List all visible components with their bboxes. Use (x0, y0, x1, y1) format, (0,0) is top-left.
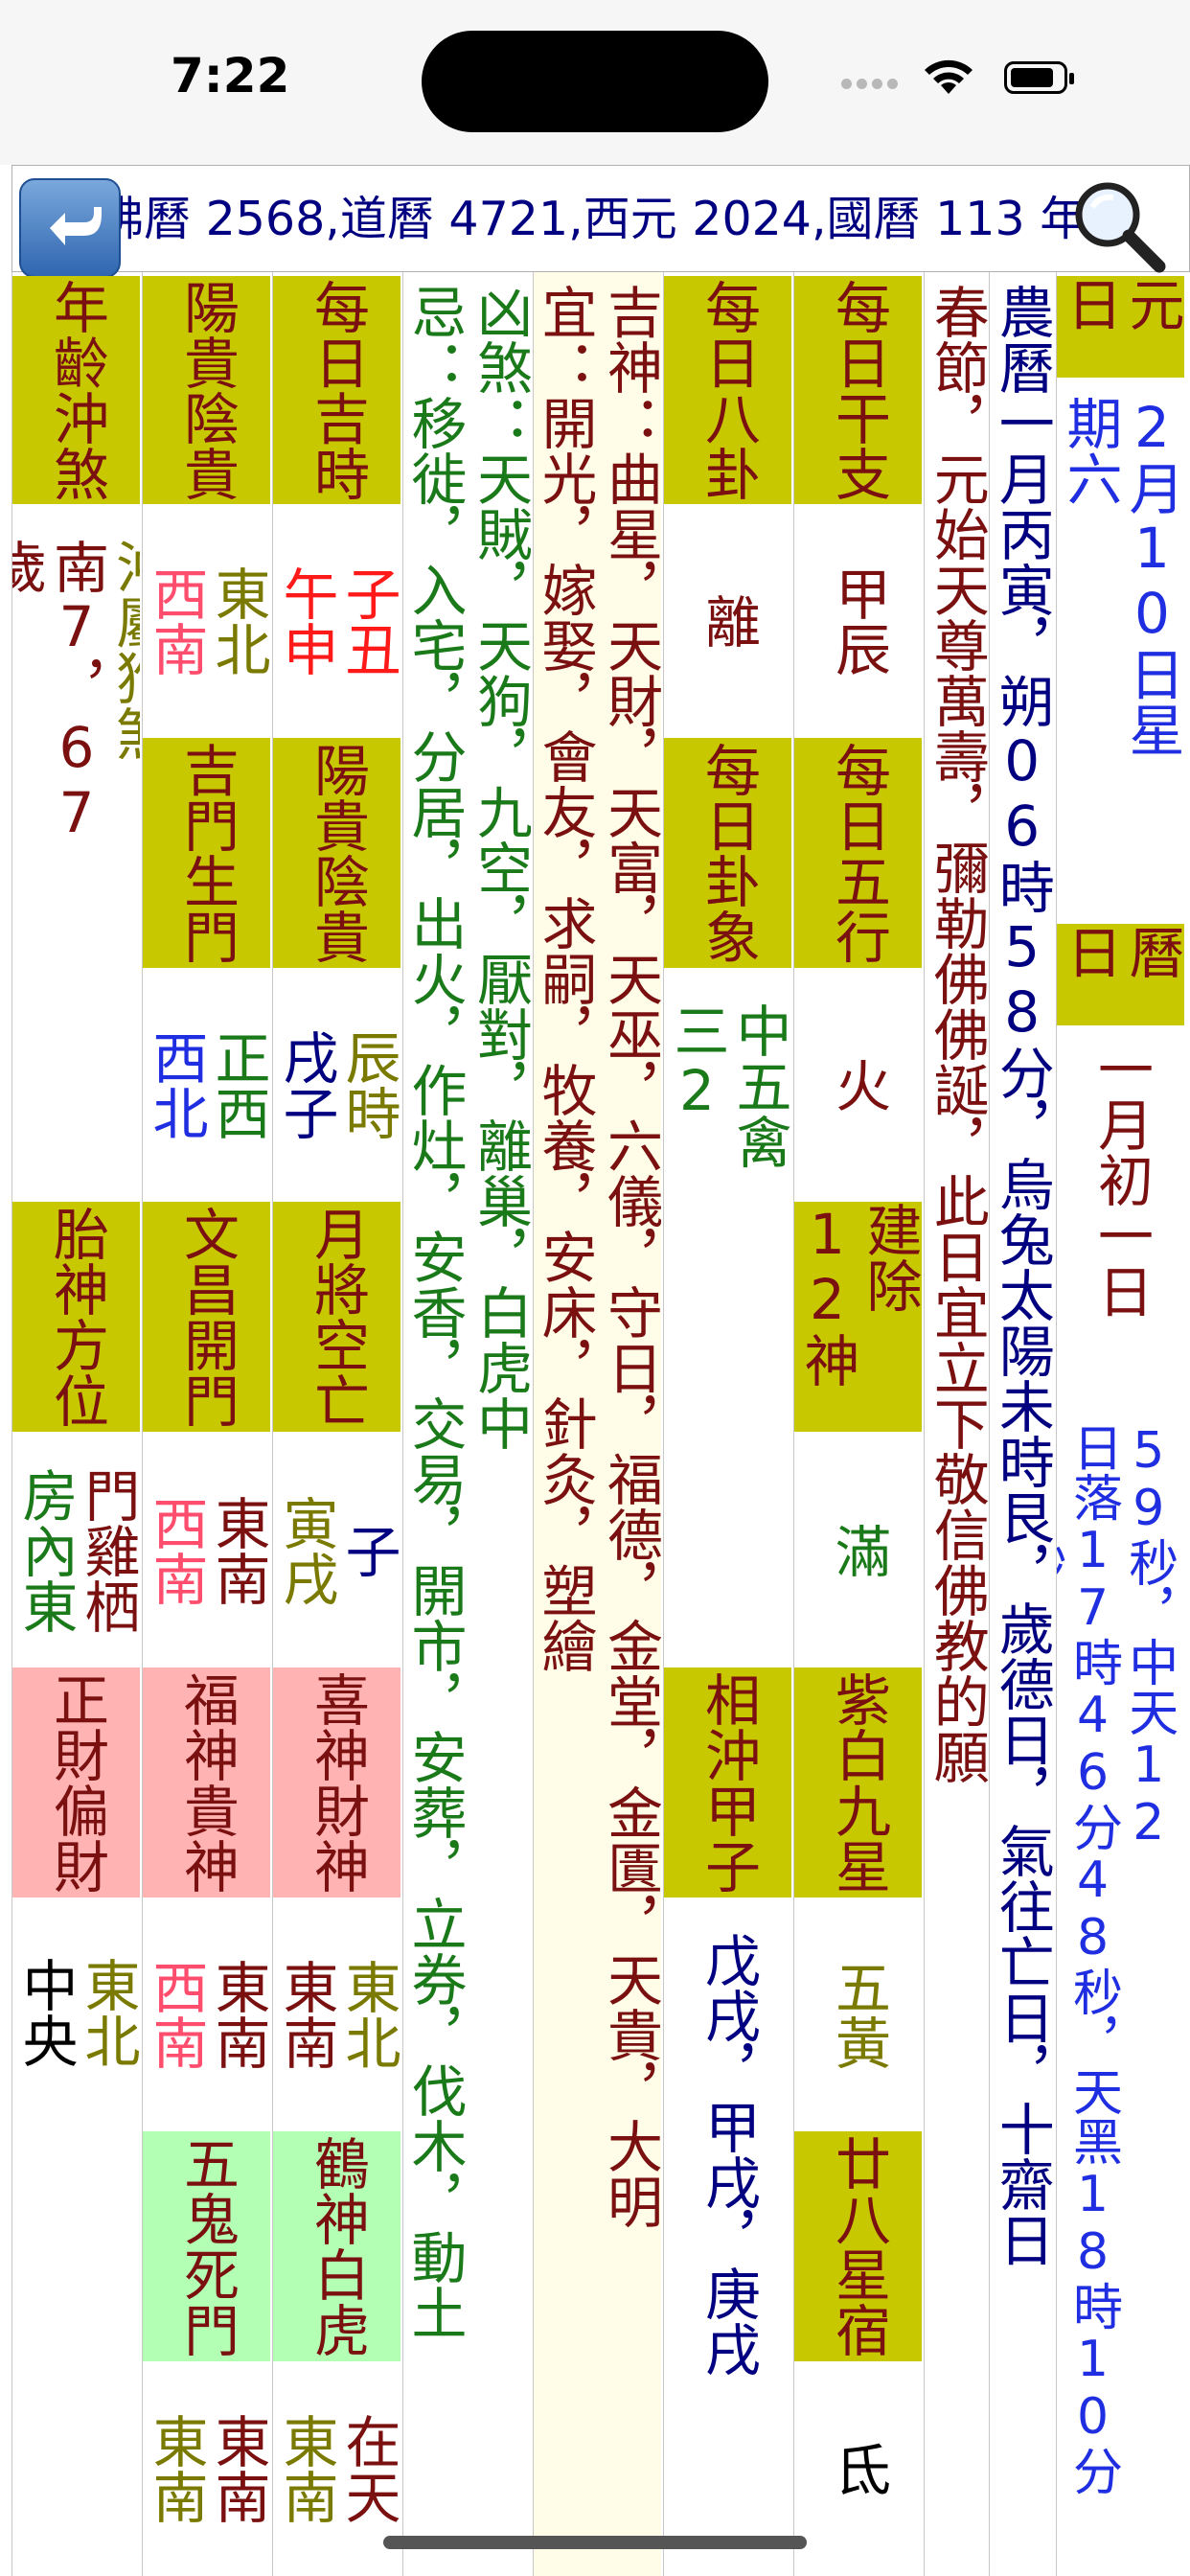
value-clash-jiazi: 戊戌，甲戌，庚戌 (695, 1932, 761, 2377)
header-noble: 陽貴陰貴 (143, 276, 270, 504)
header-daily-ganzhi: 每日干支 (794, 276, 922, 504)
value-crane-god: 東南 在天 (273, 2413, 401, 2524)
header-nine-stars: 紫白九星 (794, 1668, 922, 1898)
header-month-general: 月將空亡 (273, 1202, 400, 1432)
value-wenchang: 西南 東南 (143, 1495, 271, 1606)
column-festival: 春節，元始天尊萬壽，彌勒佛佛誕，此日宜立下敬信佛教的願 (924, 272, 989, 2576)
value-lucky-gate: 西北 正西 (143, 1029, 271, 1140)
value-daily-ganzhi: 甲辰 (825, 565, 891, 677)
value-auspicious: 宜：開光，嫁娶，會友，求嗣，牧養，安床，針灸，塑繪 吉神：曲星，天財，天富，天巫，… (533, 284, 661, 2229)
status-time: 7:22 (171, 48, 290, 104)
header-noble-hours: 陽貴陰貴 (273, 738, 400, 968)
value-five-elements: 火 (825, 1057, 891, 1113)
value-jianchu: 滿 (825, 1523, 891, 1578)
value-lunar-date: 一月初一日 (1087, 1041, 1154, 1319)
column-lunar-info: 農曆一月丙寅，朔06時58分，烏兔太陽未時艮，歲德日，氣往亡日，十齋日 (989, 272, 1054, 2576)
column-lucky-hours: 每日吉時 午申 子丑 陽貴陰貴 戌子 辰時 月將空亡 寅戌子 喜神財神 東南 東北 鶴… (272, 272, 400, 2576)
value-nine-stars: 五黃 (825, 1959, 891, 2070)
column-auspicious: 宜：開光，嫁娶，會友，求嗣，牧養，安床，針灸，塑繪 吉神：曲星，天財，天富，天巫，… (533, 272, 661, 2576)
column-ganzhi: 每日干支 甲辰 每日五行 火 建除12神 滿 紫白九星 五黃 廿八星宿 氐 (793, 272, 922, 2576)
status-bar: 7:22 (0, 0, 1190, 165)
header-crane-god: 鶴神白虎 (273, 2131, 400, 2361)
header-joy-god: 喜神財神 (273, 1668, 400, 1898)
value-lunar-info: 農曆一月丙寅，朔06時58分，烏兔太陽未時艮，歲德日，氣往亡日，十齋日 (989, 284, 1054, 2267)
value-lucky-hours: 午申 子丑 (273, 565, 401, 677)
value-lunar-mansion: 氐 (825, 2441, 891, 2496)
value-inauspicious: 忌：移徙，入宅，分居，出火，作灶，安香，交易，開市，安葬，立券，伐木，動土 凶煞：… (402, 284, 531, 2340)
header-fetal-god: 胎神方位 (12, 1202, 140, 1432)
column-bagua: 每日八卦 離 每日卦象 三2 中五禽 相沖甲子 戊戌，甲戌，庚戌 (663, 272, 791, 2576)
column-noble: 陽貴陰貴 西南 東北 吉門生門 西北 正西 文昌開門 西南 東南 福神貴神 西南 東南 … (142, 272, 270, 2576)
header-wealth: 正財偏財 (12, 1668, 140, 1898)
search-button[interactable] (1065, 172, 1171, 278)
header-lucky-gate: 吉門生門 (143, 738, 270, 968)
header-age-clash: 年齡沖煞 (12, 276, 140, 504)
back-button[interactable] (19, 178, 121, 278)
value-age-clash: 南7，67歲 沖屬狗煞 (11, 539, 140, 845)
header-jianchu: 建除12神 (794, 1202, 922, 1432)
value-joy-god: 東南 東北 (273, 1959, 401, 2070)
header-lunar-date: 農曆日期 (1057, 924, 1184, 1025)
value-fetal-god: 房內東 門雞栖 (12, 1467, 141, 1634)
column-inauspicious: 忌：移徙，入宅，分居，出火，作灶，安香，交易，開市，安葬，立券，伐木，動土 凶煞：… (402, 272, 531, 2576)
dynamic-island (422, 31, 768, 132)
calendar-header: 佛曆 2568,道曆 4721,西元 2024,國曆 113 年 (11, 165, 1190, 272)
return-arrow-icon (50, 207, 102, 245)
value-hexagram: 三2 中五禽 (664, 1002, 792, 1169)
value-sun-times: 日落17時46分48秒，天黑18時10分20秒日出06時33分30秒，天亮06時… (1057, 1422, 1184, 2496)
header-clash-jiazi: 相沖甲子 (664, 1668, 791, 1898)
header-wenchang: 文昌開門 (143, 1202, 270, 1432)
header-fortune-god: 福神貴神 (143, 1668, 270, 1898)
almanac-grid: 年齡沖煞 南7，67歲 沖屬狗煞 胎神方位 房內東 門雞栖 正財偏財 中央 東北 陽貴… (0, 272, 1190, 2576)
value-western-date: 2月10日星期六 (1057, 395, 1185, 757)
header-five-elements: 每日五行 (794, 738, 922, 968)
header-lunar-mansion: 廿八星宿 (794, 2131, 922, 2361)
value-fortune-god: 西南 東南 (143, 1959, 271, 2070)
value-noble: 西南 東北 (143, 565, 271, 677)
era-years-title: 佛曆 2568,道曆 4721,西元 2024,國曆 113 年 (97, 192, 1087, 246)
magnifier-icon (1075, 182, 1166, 273)
value-five-ghosts: 東南 東南 (143, 2413, 271, 2524)
value-festival: 春節，元始天尊萬壽，彌勒佛佛誕，此日宜立下敬信佛教的願 (924, 284, 989, 1784)
value-month-general: 寅戌子 (273, 1495, 401, 1606)
wifi-icon (925, 59, 973, 94)
header-five-ghosts: 五鬼死門 (143, 2131, 270, 2361)
header-hexagram: 每日卦象 (664, 738, 791, 968)
home-indicator (383, 2536, 807, 2549)
battery-icon (1004, 61, 1074, 94)
column-date: 西元日期 2月10日星期六 農曆日期 一月初一日 日落17時46分48秒，天黑1… (1056, 272, 1184, 2576)
header-western-date: 西元日期 (1057, 276, 1184, 378)
value-wealth: 中央 東北 (12, 1957, 141, 2068)
header-lucky-hours: 每日吉時 (273, 276, 400, 504)
cellular-signal-icon (841, 75, 903, 93)
value-noble-hours: 戌子 辰時 (273, 1029, 401, 1140)
column-age-clash: 年齡沖煞 南7，67歲 沖屬狗煞 胎神方位 房內東 門雞栖 正財偏財 中央 東北 (11, 272, 140, 2576)
value-daily-trigram: 離 (695, 593, 761, 649)
header-daily-trigram: 每日八卦 (664, 276, 791, 504)
